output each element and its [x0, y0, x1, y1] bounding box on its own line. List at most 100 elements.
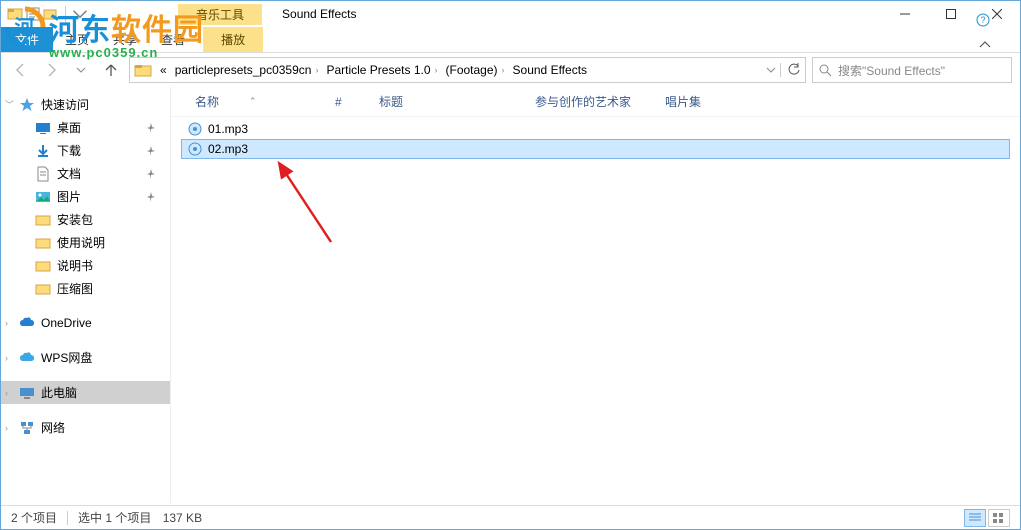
- search-input[interactable]: 搜索"Sound Effects": [812, 57, 1012, 83]
- path-dropdown-icon[interactable]: [766, 65, 776, 75]
- cloud-icon: [19, 350, 35, 366]
- maximize-button[interactable]: [928, 1, 974, 27]
- details-view-button[interactable]: [964, 509, 986, 527]
- chevron-down-icon[interactable]: ﹀: [5, 98, 14, 111]
- chevron-right-icon[interactable]: ›: [5, 353, 8, 363]
- sidebar-label: 文档: [57, 165, 81, 182]
- pin-icon: [146, 192, 156, 202]
- icons-view-button[interactable]: [988, 509, 1010, 527]
- sidebar-downloads[interactable]: 下载: [1, 139, 170, 162]
- ribbon-right: ?: [978, 38, 990, 52]
- back-button[interactable]: [9, 58, 33, 82]
- tab-share[interactable]: 共享: [101, 27, 149, 52]
- sidebar-quick-access[interactable]: ﹀ 快速访问: [1, 93, 170, 116]
- search-placeholder: 搜索"Sound Effects": [838, 62, 945, 79]
- refresh-icon[interactable]: [780, 63, 801, 77]
- tab-view[interactable]: 查看: [149, 27, 197, 52]
- audio-file-icon: [188, 122, 202, 136]
- col-num[interactable]: #: [325, 89, 369, 115]
- breadcrumb-path[interactable]: « particlepresets_pc0359cn› Particle Pre…: [129, 57, 806, 83]
- sidebar-this-pc[interactable]: › 此电脑: [1, 381, 170, 404]
- sidebar-desktop[interactable]: 桌面: [1, 116, 170, 139]
- col-name[interactable]: 名称⌃: [185, 87, 325, 116]
- sidebar-folder[interactable]: 使用说明: [1, 231, 170, 254]
- desktop-icon: [35, 120, 51, 136]
- star-icon: [19, 97, 35, 113]
- sidebar-label: 网络: [41, 419, 65, 436]
- app-icon: [7, 6, 23, 22]
- crumb-item[interactable]: (Footage)›: [442, 63, 509, 77]
- tab-file[interactable]: 文件: [1, 27, 53, 52]
- properties-icon[interactable]: [25, 6, 41, 22]
- sidebar-folder[interactable]: 说明书: [1, 254, 170, 277]
- file-row[interactable]: 01.mp3: [181, 119, 1010, 139]
- sidebar-label: 安装包: [57, 211, 93, 228]
- sidebar-wps[interactable]: › WPS网盘: [1, 346, 170, 369]
- chevron-right-icon[interactable]: ›: [5, 423, 8, 433]
- pin-icon: [146, 123, 156, 133]
- separator: [65, 6, 66, 22]
- search-icon: [819, 64, 832, 77]
- file-row[interactable]: 02.mp3: [181, 139, 1010, 159]
- crumb-item[interactable]: Sound Effects: [509, 63, 592, 77]
- view-buttons: [964, 509, 1010, 527]
- tab-home[interactable]: 主页: [53, 27, 101, 52]
- pin-icon: [146, 169, 156, 179]
- context-tab-music: 音乐工具: [178, 4, 262, 25]
- sort-up-icon: ⌃: [249, 96, 257, 107]
- ribbon-tabs: 文件 主页 共享 查看 播放 ?: [1, 27, 1020, 53]
- folder-icon: [134, 61, 152, 79]
- sidebar-label: 压缩图: [57, 280, 93, 297]
- crumb-ellipsis[interactable]: «: [156, 63, 171, 77]
- sidebar-label: 此电脑: [41, 384, 77, 401]
- col-artist[interactable]: 参与创作的艺术家: [525, 87, 655, 116]
- crumb-item[interactable]: Particle Presets 1.0›: [322, 63, 441, 77]
- title-bar: 音乐工具 Sound Effects: [1, 1, 1020, 27]
- sidebar-folder[interactable]: 压缩图: [1, 277, 170, 300]
- crumb-item[interactable]: particlepresets_pc0359cn›: [171, 63, 323, 77]
- network-icon: [19, 420, 35, 436]
- status-bar: 2 个项目 选中 1 个项目 137 KB: [1, 505, 1020, 529]
- file-list-area: 名称⌃ # 标题 参与创作的艺术家 唱片集 01.mp3 02.mp3: [171, 87, 1020, 503]
- up-button[interactable]: [99, 58, 123, 82]
- sidebar-label: 使用说明: [57, 234, 105, 251]
- separator: [67, 511, 68, 525]
- recent-dropdown[interactable]: [69, 58, 93, 82]
- file-name: 02.mp3: [208, 142, 248, 156]
- help-icon[interactable]: ?: [976, 13, 990, 27]
- window-controls: [882, 1, 1020, 27]
- cloud-icon: [19, 315, 35, 331]
- pin-icon: [146, 146, 156, 156]
- file-list[interactable]: 01.mp3 02.mp3: [171, 117, 1020, 503]
- col-title[interactable]: 标题: [369, 87, 525, 116]
- folder-icon: [35, 212, 51, 228]
- sidebar-label: OneDrive: [41, 316, 92, 330]
- document-icon: [35, 166, 51, 182]
- sidebar-folder[interactable]: 安装包: [1, 208, 170, 231]
- sidebar-onedrive[interactable]: › OneDrive: [1, 312, 170, 334]
- navigation-pane: ﹀ 快速访问 桌面 下载 文档 图片 安装包: [1, 87, 171, 503]
- col-album[interactable]: 唱片集: [655, 87, 755, 116]
- file-name: 01.mp3: [208, 122, 248, 136]
- column-headers[interactable]: 名称⌃ # 标题 参与创作的艺术家 唱片集: [171, 87, 1020, 117]
- new-folder-icon[interactable]: [43, 6, 59, 22]
- forward-button[interactable]: [39, 58, 63, 82]
- chevron-right-icon[interactable]: ›: [5, 388, 8, 398]
- sidebar-label: WPS网盘: [41, 349, 92, 366]
- content-area: ﹀ 快速访问 桌面 下载 文档 图片 安装包: [1, 87, 1020, 503]
- sidebar-network[interactable]: › 网络: [1, 416, 170, 439]
- chevron-right-icon[interactable]: ›: [5, 318, 8, 328]
- sidebar-documents[interactable]: 文档: [1, 162, 170, 185]
- minimize-button[interactable]: [882, 1, 928, 27]
- tab-play[interactable]: 播放: [203, 27, 263, 52]
- chevron-right-icon: ›: [315, 65, 318, 75]
- sidebar-label: 下载: [57, 142, 81, 159]
- address-bar: « particlepresets_pc0359cn› Particle Pre…: [1, 53, 1020, 87]
- folder-icon: [35, 281, 51, 297]
- svg-text:?: ?: [980, 15, 985, 25]
- download-icon: [35, 143, 51, 159]
- expand-ribbon-icon[interactable]: [978, 38, 992, 52]
- computer-icon: [19, 385, 35, 401]
- qat-dropdown-icon[interactable]: [72, 6, 88, 22]
- sidebar-pictures[interactable]: 图片: [1, 185, 170, 208]
